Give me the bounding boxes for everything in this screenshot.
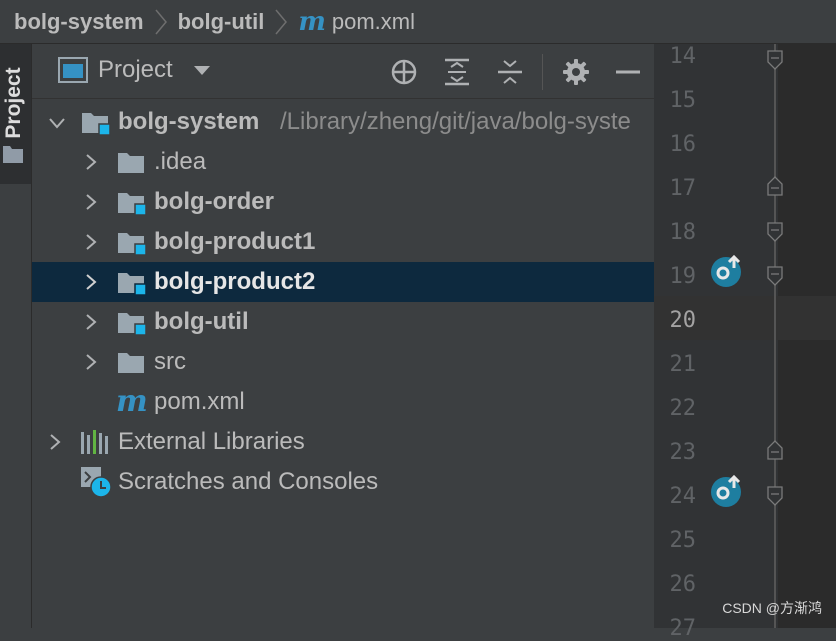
collapse-all-button[interactable] [496, 58, 524, 86]
tree-label-bolg-product2: bolg-product2 [154, 268, 316, 295]
hide-panel-button[interactable] [614, 58, 642, 86]
tree-label-root: bolg-system [118, 108, 260, 135]
breadcrumb-item-file[interactable]: pom.xml [332, 9, 415, 35]
fold-end-icon[interactable] [767, 266, 783, 286]
editor-gutter: 14 15 16 17 18 19 20 21 22 23 24 25 26 2… [654, 44, 836, 641]
line-number: 17 [669, 176, 697, 201]
line-number: 15 [669, 88, 697, 113]
module-folder-icon [118, 273, 147, 296]
maven-icon: m [116, 384, 148, 419]
chevron-down-icon[interactable] [48, 115, 66, 131]
tree-row-bolg-util[interactable]: bolg-util [32, 302, 654, 342]
fold-guide [774, 44, 776, 628]
tool-window-strip: Project [0, 44, 32, 628]
watermark: CSDN @方渐鸿 [722, 600, 822, 616]
line-number: 16 [669, 132, 697, 157]
gear-icon [563, 59, 589, 85]
project-view-icon [58, 57, 88, 83]
tree-row-bolg-product1[interactable]: bolg-product1 [32, 222, 654, 262]
line-number: 19 [669, 264, 697, 289]
line-number: 24 [669, 484, 697, 509]
tree-label-idea: .idea [154, 148, 207, 175]
project-panel: Project bolg-system /Library/zheng/git/j… [32, 44, 654, 628]
chevron-right-icon[interactable] [48, 434, 62, 450]
tree-root-path: /Library/zheng/git/java/bolg-syste [280, 108, 631, 135]
tree-row-root[interactable]: bolg-system /Library/zheng/git/java/bolg… [32, 102, 654, 142]
chevron-right-icon[interactable] [84, 194, 98, 210]
library-icon [81, 430, 108, 454]
fold-end-icon[interactable] [767, 486, 783, 506]
module-folder-icon [118, 233, 147, 256]
line-number: 23 [669, 440, 697, 465]
tree-row-pom-xml[interactable]: m pom.xml [32, 382, 654, 422]
settings-button[interactable] [562, 58, 590, 86]
collapse-all-icon [498, 60, 522, 84]
folder-icon [3, 146, 23, 163]
expand-all-icon [445, 58, 469, 86]
crosshair-icon [391, 59, 417, 85]
line-number: 18 [669, 220, 697, 245]
scratches-icon [81, 467, 112, 498]
chevron-right-icon[interactable] [84, 274, 98, 290]
minimize-icon [616, 70, 640, 74]
locate-file-button[interactable] [390, 58, 418, 86]
chevron-right-icon[interactable] [84, 234, 98, 250]
tree-row-scratches[interactable]: Scratches and Consoles [32, 462, 654, 502]
tree-label-bolg-product1: bolg-product1 [154, 228, 316, 255]
project-tool-tab[interactable]: Project [0, 44, 31, 184]
line-number-current: 20 [669, 308, 697, 333]
tree-row-bolg-order[interactable]: bolg-order [32, 182, 654, 222]
folder-icon [118, 353, 144, 373]
chevron-down-icon [193, 66, 210, 75]
fold-start-icon[interactable] [767, 440, 783, 460]
chevron-right-icon[interactable] [84, 154, 98, 170]
tree-label-src: src [154, 348, 186, 375]
module-folder-icon [82, 113, 111, 136]
tree-row-idea[interactable]: .idea [32, 142, 654, 182]
line-number: 21 [669, 352, 697, 377]
project-toolbar: Project [32, 44, 654, 99]
chevron-right-icon [155, 9, 167, 34]
overrides-icon[interactable] [710, 474, 744, 508]
line-number: 25 [669, 528, 697, 553]
project-tool-tab-label: Project [2, 67, 25, 139]
view-selector[interactable]: Project [58, 56, 211, 84]
breadcrumb-item-project[interactable]: bolg-system [14, 9, 144, 35]
tree-label-pom-xml: pom.xml [154, 388, 245, 415]
fold-end-icon[interactable] [767, 222, 783, 242]
chevron-right-icon[interactable] [84, 314, 98, 330]
chevron-right-icon [275, 9, 288, 34]
expand-all-button[interactable] [443, 58, 471, 86]
breadcrumb-item-module[interactable]: bolg-util [178, 9, 265, 35]
module-folder-icon [118, 313, 147, 336]
line-number: 27 [669, 616, 697, 641]
module-folder-icon [118, 193, 147, 216]
breadcrumb: bolg-system bolg-util m pom.xml [0, 0, 836, 44]
line-number: 14 [669, 44, 697, 69]
tree-row-bolg-product2[interactable]: bolg-product2 [32, 262, 654, 302]
fold-end-icon[interactable] [767, 50, 783, 70]
maven-icon: m [298, 6, 326, 37]
tree-label-bolg-order: bolg-order [154, 188, 274, 215]
toolbar-divider [542, 54, 543, 90]
view-selector-label: Project [98, 56, 173, 83]
chevron-right-icon[interactable] [84, 354, 98, 370]
folder-icon [118, 153, 144, 173]
line-number: 26 [669, 572, 697, 597]
tree-label-bolg-util: bolg-util [154, 308, 249, 335]
tree-label-external-libraries: External Libraries [118, 428, 305, 455]
overrides-icon[interactable] [710, 254, 744, 288]
tree-label-scratches: Scratches and Consoles [118, 468, 379, 495]
tree-row-external-libraries[interactable]: External Libraries [32, 422, 654, 462]
line-number: 22 [669, 396, 697, 421]
fold-start-icon[interactable] [767, 176, 783, 196]
tree-row-src[interactable]: src [32, 342, 654, 382]
